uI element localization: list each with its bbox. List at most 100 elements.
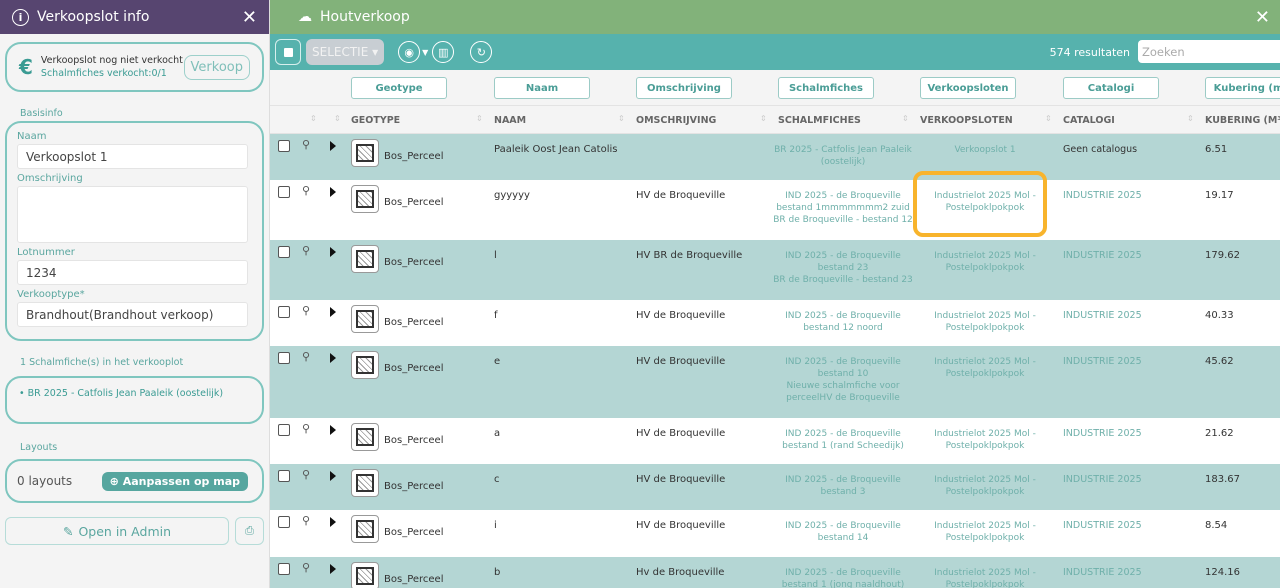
filter-button-verkoopsloten[interactable]: Verkoopsloten	[920, 77, 1016, 99]
column-header[interactable]: SCHALMFICHES	[778, 115, 861, 126]
table-row[interactable]: ⚲ Bos_Perceel f HV de Broqueville IND 2025 -…	[270, 300, 1280, 346]
column-header[interactable]: VERKOOPSLOTEN	[920, 115, 1013, 126]
zoom-to-icon[interactable]: ⚲	[302, 468, 310, 481]
naam-input[interactable]: Verkoopslot 1	[17, 144, 248, 169]
zoom-to-icon[interactable]: ⚲	[302, 422, 310, 435]
sale-status: Verkoopslot nog niet verkocht	[40, 55, 183, 66]
column-header[interactable]: GEOTYPE	[351, 115, 400, 126]
row-checkbox[interactable]	[278, 470, 290, 482]
schalmfiches-cell[interactable]: IND 2025 - de Broqueville bestand 1 (rand…	[766, 428, 920, 452]
zoom-to-icon[interactable]: ⚲	[302, 244, 310, 257]
table-row[interactable]: ⚲ Bos_Perceel a HV de Broqueville IND 2025 -…	[270, 418, 1280, 464]
schalmfiche-item[interactable]: • BR 2025 - Catfolis Jean Paaleik (ooste…	[19, 388, 250, 399]
sort-icon[interactable]: ⇕	[760, 114, 767, 123]
zoom-to-icon[interactable]: ⚲	[302, 561, 310, 574]
filter-button-schalmfiches[interactable]: Schalmfiches	[778, 77, 874, 99]
kubering-cell: 179.62	[1205, 250, 1240, 261]
expand-row-arrow-icon[interactable]	[330, 353, 336, 363]
schalmfiches-cell[interactable]: IND 2025 - de Broqueville bestand 12 noor…	[766, 310, 920, 334]
table-row[interactable]: ⚲ Bos_Perceel e HV de Broqueville IND 2025 -…	[270, 346, 1280, 418]
zoom-to-icon[interactable]: ⚲	[302, 350, 310, 363]
sale-count: Schalmfiches verkocht:0/1	[40, 68, 167, 79]
row-checkbox[interactable]	[278, 306, 290, 318]
table-row[interactable]: ⚲ Bos_Perceel gyyyyy HV de Broqueville IND 2…	[270, 180, 1280, 240]
zoom-to-icon[interactable]: ⚲	[302, 138, 310, 151]
sort-icon[interactable]: ⇕	[476, 114, 483, 123]
expand-row-arrow-icon[interactable]	[330, 307, 336, 317]
close-houtverkoop-button[interactable]: ✕	[1255, 7, 1270, 28]
verkoopsloten-cell[interactable]: Industrielot 2025 Mol - Postelpoklpokpok	[910, 567, 1060, 588]
verkoopsloten-cell[interactable]: Verkoopslot 1	[910, 144, 1060, 156]
lotnummer-input[interactable]: 1234	[17, 260, 248, 285]
expand-row-arrow-icon[interactable]	[330, 141, 336, 151]
refresh-button[interactable]: ↻	[470, 41, 493, 63]
catalogi-cell: INDUSTRIE 2025	[1063, 428, 1142, 439]
zoom-to-icon[interactable]: ⚲	[302, 304, 310, 317]
verkoopsloten-cell[interactable]: Industrielot 2025 Mol - Postelpoklpokpok	[910, 356, 1060, 380]
zoom-to-icon[interactable]: ⚲	[302, 184, 310, 197]
expand-row-arrow-icon[interactable]	[330, 471, 336, 481]
row-checkbox[interactable]	[278, 186, 290, 198]
filter-button-naam[interactable]: Naam	[494, 77, 590, 99]
row-checkbox[interactable]	[278, 424, 290, 436]
column-header[interactable]: NAAM	[494, 115, 526, 126]
table-row[interactable]: ⚲ Bos_Perceel c HV de Broqueville IND 2025 -…	[270, 464, 1280, 510]
select-all-button[interactable]	[275, 39, 301, 65]
naam-cell: i	[494, 520, 497, 531]
row-checkbox[interactable]	[278, 516, 290, 528]
schalmfiches-cell[interactable]: IND 2025 - de Broqueville bestand 23 BR de…	[766, 250, 920, 286]
column-header[interactable]: CATALOGI	[1063, 115, 1115, 126]
open-in-admin-button[interactable]: ✎ Open in Admin	[5, 517, 229, 545]
sort-icon[interactable]: ⇕	[902, 114, 909, 123]
expand-row-arrow-icon[interactable]	[330, 187, 336, 197]
verkoopsloten-cell[interactable]: Industrielot 2025 Mol - Postelpoklpokpok	[910, 428, 1060, 452]
row-checkbox[interactable]	[278, 563, 290, 575]
zoom-to-icon[interactable]: ⚲	[302, 514, 310, 527]
selectie-dropdown[interactable]: SELECTIE ▾	[306, 39, 385, 65]
sort-icon[interactable]: ⇕	[1045, 114, 1052, 123]
verkoopsloten-cell[interactable]: Industrielot 2025 Mol - Postelpoklpokpok	[910, 520, 1060, 544]
filter-button-kubering-m-[interactable]: Kubering (m³)	[1205, 77, 1280, 99]
hatch-icon	[356, 310, 374, 328]
table-row[interactable]: ⚲ Bos_Perceel b Hv de Broqueville IND 2025 -…	[270, 557, 1280, 588]
table-row[interactable]: ⚲ Bos_Perceel i HV de Broqueville IND 2025 -…	[270, 510, 1280, 557]
expand-row-arrow-icon[interactable]	[330, 517, 336, 527]
omschrijving-textarea[interactable]	[17, 186, 248, 243]
print-button[interactable]: ⎙	[235, 517, 264, 545]
eye-visibility-button[interactable]: ◉	[398, 41, 421, 63]
schalmfiches-cell[interactable]: IND 2025 - de Broqueville bestand 10 Nieuw…	[766, 356, 920, 404]
expand-row-arrow-icon[interactable]	[330, 425, 336, 435]
schalmfiches-cell[interactable]: BR 2025 - Catfolis Jean Paaleik (oostelij…	[766, 144, 920, 168]
row-checkbox[interactable]	[278, 352, 290, 364]
verkoopsloten-cell[interactable]: Industrielot 2025 Mol - Postelpoklpokpok	[910, 190, 1060, 214]
filter-button-geotype[interactable]: Geotype	[351, 77, 447, 99]
verkoopsloten-cell[interactable]: Industrielot 2025 Mol - Postelpoklpokpok	[910, 310, 1060, 334]
schalmfiches-cell[interactable]: IND 2025 - de Broqueville bestand 14	[766, 520, 920, 544]
verkoopsloten-cell[interactable]: Industrielot 2025 Mol - Postelpoklpokpok	[910, 474, 1060, 498]
schalmfiches-cell[interactable]: IND 2025 - de Broqueville bestand 1 (jong…	[766, 567, 920, 588]
close-panel-button[interactable]: ✕	[242, 7, 257, 28]
row-checkbox[interactable]	[278, 246, 290, 258]
verkoopsloten-cell[interactable]: Industrielot 2025 Mol - Postelpoklpokpok	[910, 250, 1060, 274]
sort-icon[interactable]: ⇕	[334, 114, 341, 123]
column-header[interactable]: KUBERING (M³)	[1205, 115, 1280, 126]
verkoop-button[interactable]: Verkoop	[183, 54, 250, 80]
filter-button-omschrijving[interactable]: Omschrijving	[636, 77, 732, 99]
sort-icon[interactable]: ⇕	[1187, 114, 1194, 123]
schalmfiches-cell[interactable]: IND 2025 - de Broqueville bestand 1mmmmmm…	[766, 190, 920, 226]
row-checkbox[interactable]	[278, 140, 290, 152]
column-header[interactable]: OMSCHRIJVING	[636, 115, 716, 126]
table-row[interactable]: ⚲ Bos_Perceel l HV BR de Broqueville IND 202…	[270, 240, 1280, 300]
sort-icon[interactable]: ⇕	[310, 114, 317, 123]
expand-row-arrow-icon[interactable]	[330, 564, 336, 574]
statistics-button[interactable]: ▥	[432, 41, 455, 63]
search-input[interactable]: Zoeken	[1138, 40, 1280, 63]
verkooptype-select[interactable]: Brandhout(Brandhout verkoop)	[17, 302, 248, 327]
filter-button-catalogi[interactable]: Catalogi	[1063, 77, 1159, 99]
expand-row-arrow-icon[interactable]	[330, 247, 336, 257]
aanpassen-op-map-button[interactable]: ⊕ Aanpassen op map	[101, 471, 248, 491]
schalmfiches-cell[interactable]: IND 2025 - de Broqueville bestand 3	[766, 474, 920, 498]
omschrijving-cell: HV BR de Broqueville	[636, 250, 743, 261]
sort-icon[interactable]: ⇕	[618, 114, 625, 123]
table-row[interactable]: ⚲ Bos_Perceel Paaleik Oost Jean Catolis BR …	[270, 134, 1280, 180]
